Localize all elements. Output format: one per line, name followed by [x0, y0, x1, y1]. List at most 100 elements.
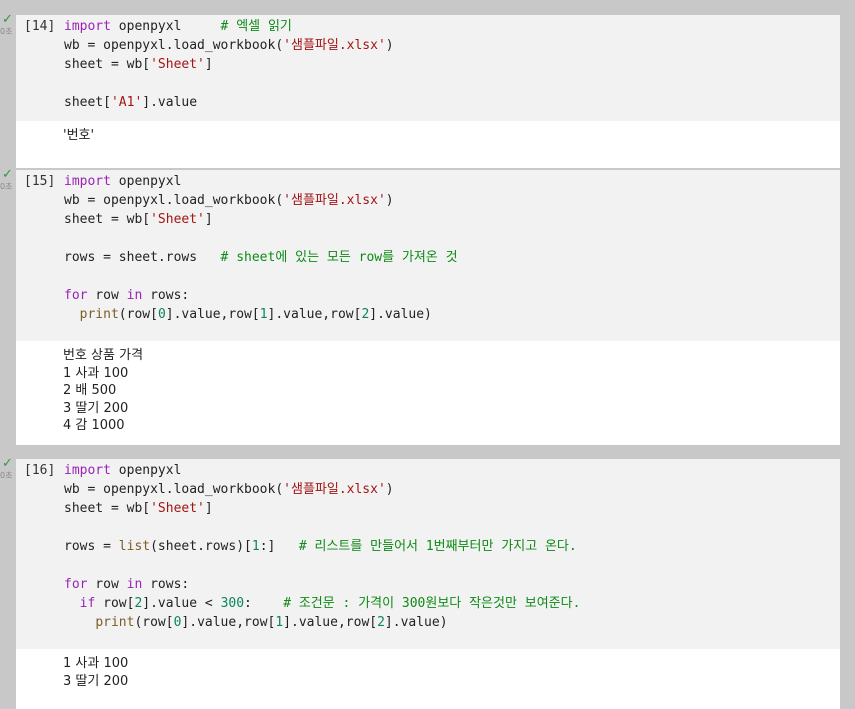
code-token: in	[126, 288, 143, 303]
code-line[interactable]: wb = openpyxl.load_workbook('샘플파일.xlsx')	[64, 36, 394, 55]
cell-output: '번호'	[16, 121, 840, 168]
code-token: ]	[204, 57, 213, 72]
code-line[interactable]: wb = openpyxl.load_workbook('샘플파일.xlsx')	[64, 191, 458, 210]
code-editor[interactable]: [15] import openpyxl wb = openpyxl.load_w…	[16, 170, 840, 341]
code-token: wb = openpyxl.load_workbook(	[64, 38, 284, 53]
code-token: in	[126, 577, 143, 592]
code-line[interactable]	[64, 229, 458, 248]
execution-time: 0초	[0, 27, 13, 36]
output-line: 3 딸기 200	[63, 400, 129, 416]
cell-output: 번호 상품 가격 1 사과 100 2 배 500 3 딸기 200 4 감 1000	[16, 341, 840, 445]
code-line[interactable]: print(row[0].value,row[1].value,row[2].v…	[64, 613, 580, 632]
code-token: ].value,row[	[181, 615, 276, 630]
code-editor[interactable]: [16] import openpyxl wb = openpyxl.load_w…	[16, 459, 840, 649]
code-token: # 조건문 : 가격이 300원보다 작은것만 보여준다.	[283, 596, 581, 611]
code-line[interactable]: import openpyxl # 엑셀 읽기	[64, 17, 394, 36]
code-token: ].value	[142, 95, 198, 110]
code-line[interactable]: import openpyxl	[64, 461, 580, 480]
code-token: rows:	[142, 288, 190, 303]
code-line[interactable]: import openpyxl	[64, 172, 458, 191]
code-token: wb = openpyxl.load_workbook(	[64, 193, 284, 208]
code-line[interactable]: sheet = wb['Sheet']	[64, 210, 458, 229]
code-token: ].value)	[384, 615, 448, 630]
code-token: (row[	[134, 615, 174, 630]
code-token: ].value <	[142, 596, 221, 611]
code-line[interactable]: for row in rows:	[64, 575, 580, 594]
code-line[interactable]: sheet = wb['Sheet']	[64, 499, 580, 518]
code-lines: import openpyxl wb = openpyxl.load_workbo…	[64, 461, 580, 632]
code-token: wb = openpyxl.load_workbook(	[64, 482, 284, 497]
code-token: )	[385, 193, 394, 208]
code-line[interactable]: if row[2].value < 300: # 조건문 : 가격이 300원보…	[64, 594, 581, 613]
code-token: :]	[259, 539, 299, 554]
code-line[interactable]	[64, 518, 580, 537]
code-token: openpyxl	[110, 463, 182, 478]
code-line[interactable]: for row in rows:	[64, 286, 458, 305]
code-token: rows = sheet.rows	[64, 250, 221, 265]
code-token: if	[79, 596, 96, 611]
code-token: row	[87, 288, 127, 303]
code-line[interactable]: print(row[0].value,row[1].value,row[2].v…	[64, 305, 458, 324]
code-lines: import openpyxl # 엑셀 읽기 wb = openpyxl.loa…	[64, 17, 394, 112]
code-token: '샘플파일.xlsx'	[283, 193, 386, 208]
code-token: sheet[	[64, 95, 111, 110]
code-token: ]	[204, 212, 213, 227]
code-token: for	[64, 288, 88, 303]
code-token: row	[87, 577, 127, 592]
code-token: 'A1'	[110, 95, 143, 110]
code-editor[interactable]: [14] import openpyxl # 엑셀 읽기 wb = openpyx…	[16, 15, 840, 121]
code-token: 0	[157, 307, 166, 322]
code-token: 1	[275, 615, 284, 630]
code-line[interactable]: sheet = wb['Sheet']	[64, 55, 394, 74]
output-line: 1 사과 100	[63, 656, 129, 671]
output-lines: 번호 상품 가격 1 사과 100 2 배 500 3 딸기 200 4 감 1000	[63, 347, 143, 435]
code-token: 1	[259, 307, 268, 322]
code-token: 300	[220, 596, 245, 611]
cell-output: 1 사과 100 3 딸기 200	[16, 649, 840, 709]
code-token: ].value)	[369, 307, 432, 322]
code-token: row[	[95, 596, 135, 611]
code-token: ].value,row[	[165, 307, 260, 322]
code-line[interactable]	[64, 267, 458, 286]
code-line[interactable]: rows = sheet.rows # sheet에 있는 모든 row를 가져…	[64, 248, 458, 267]
code-token: (sheet.rows)[	[150, 539, 252, 554]
code-lines: import openpyxl wb = openpyxl.load_workbo…	[64, 172, 458, 324]
code-token: import	[64, 463, 111, 478]
check-icon: ✓	[2, 167, 13, 182]
code-token: import	[64, 19, 111, 34]
code-token: # 리스트를 만들어서 1번째부터만 가지고 온다.	[298, 539, 577, 554]
code-line[interactable]: sheet['A1'].value	[64, 93, 394, 112]
code-token: ]	[204, 501, 213, 516]
code-line[interactable]	[64, 556, 580, 575]
execution-time: 0초	[0, 182, 13, 191]
code-token: rows =	[64, 539, 119, 554]
output-line: 4 감 1000	[63, 418, 125, 433]
code-token: rows:	[142, 577, 190, 592]
code-token: 'Sheet'	[150, 57, 205, 72]
code-token: import	[64, 174, 111, 189]
code-token: :	[244, 596, 284, 611]
code-token: 'Sheet'	[150, 501, 205, 516]
code-token: # sheet에 있는 모든 row를 가져온 것	[220, 250, 458, 265]
code-token: '샘플파일.xlsx'	[283, 482, 386, 497]
code-token: )	[385, 38, 394, 53]
code-token: )	[385, 482, 394, 497]
code-line[interactable]: rows = list(sheet.rows)[1:] # 리스트를 만들어서 …	[64, 537, 580, 556]
code-token: sheet = wb[	[64, 212, 151, 227]
code-token: '샘플파일.xlsx'	[283, 38, 386, 53]
output-line: 3 딸기 200	[63, 673, 129, 689]
execution-count: [15]	[24, 174, 56, 189]
output-line: 2 배 500	[63, 383, 117, 398]
code-token: list	[118, 539, 151, 554]
code-token: print	[95, 615, 135, 630]
code-token: openpyxl	[110, 19, 221, 34]
execution-count: [14]	[24, 19, 56, 34]
output-line: 번호 상품 가격	[63, 348, 144, 363]
code-line[interactable]: wb = openpyxl.load_workbook('샘플파일.xlsx')	[64, 480, 580, 499]
execution-count: [16]	[24, 463, 56, 478]
output-line: '번호'	[63, 128, 95, 143]
code-line[interactable]	[64, 74, 394, 93]
